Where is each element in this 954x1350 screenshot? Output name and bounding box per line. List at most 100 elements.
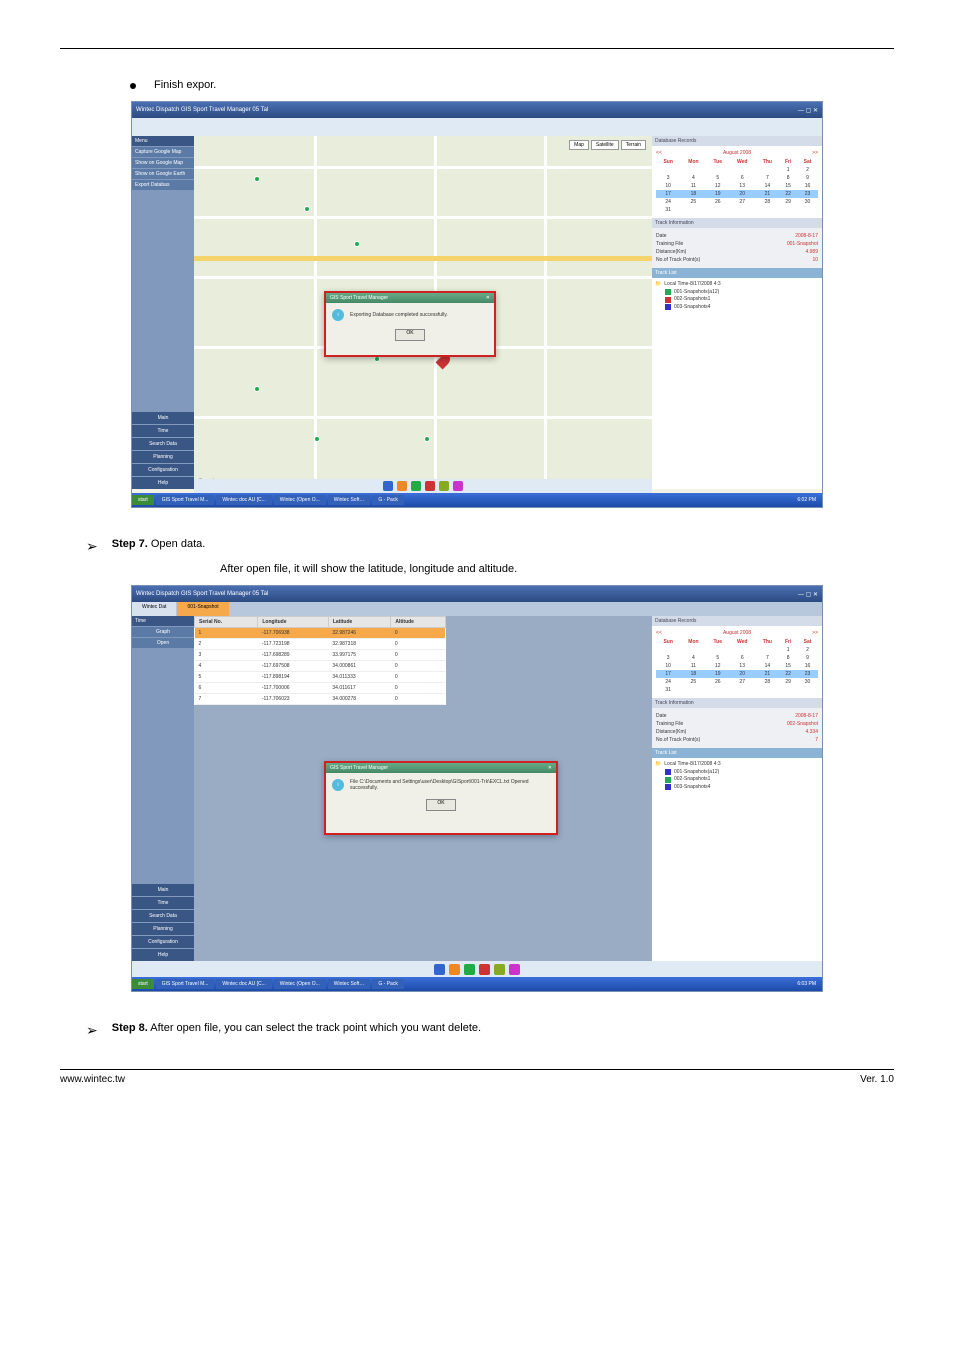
- windows-taskbar[interactable]: start GIS Sport Travel M...Wintec doc AU…: [132, 977, 822, 991]
- step-subtext: After open file, it will show the latitu…: [220, 563, 894, 575]
- taskbar-item[interactable]: Wintec doc AU [C...: [216, 979, 271, 989]
- cal-next[interactable]: >>: [812, 150, 818, 156]
- map-btn-terrain[interactable]: Terrain: [621, 140, 646, 150]
- nav-item[interactable]: Main: [132, 884, 194, 896]
- arrow-icon: ➢: [86, 1022, 98, 1039]
- left-nav: Time GraphOpen MainTimeSearch DataPlanni…: [132, 616, 194, 961]
- taskbar-item[interactable]: Wintec doc AU [C...: [216, 495, 271, 505]
- tab-snapshot[interactable]: 001-Snapshot: [177, 602, 228, 616]
- dialog-ok-button[interactable]: OK: [395, 329, 425, 341]
- dialog-message: File C:\Documents and Settings\user\Desk…: [350, 779, 550, 791]
- nav-item[interactable]: Time: [132, 425, 194, 437]
- nav-item[interactable]: Main: [132, 412, 194, 424]
- map-canvas[interactable]: Map Satellite Terrain GIS Sport Travel M…: [194, 136, 652, 489]
- window-titlebar: Wintec Dispatch GIS Sport Travel Manager…: [132, 586, 822, 602]
- start-button[interactable]: start: [132, 979, 154, 989]
- tracklist-item[interactable]: 001-Snapshots(a12): [665, 769, 819, 777]
- info-icon: i: [332, 309, 344, 321]
- map-type-buttons[interactable]: Map Satellite Terrain: [569, 140, 646, 150]
- tracklist-header: Track List: [652, 748, 822, 758]
- screenshot-open-data: Wintec Dispatch GIS Sport Travel Manager…: [131, 585, 823, 992]
- dialog-close-icon[interactable]: ✕: [486, 295, 490, 301]
- step-label: Step 8.: [112, 1022, 148, 1034]
- dialog-title: GIS Sport Travel Manager: [330, 765, 388, 771]
- taskbar-item[interactable]: Wintec Soft…: [328, 495, 371, 505]
- dialog-close-icon[interactable]: ✕: [548, 765, 552, 771]
- table-row[interactable]: 2-117.72319832.9873180: [195, 639, 446, 650]
- nav-item[interactable]: Time: [132, 897, 194, 909]
- taskbar-item[interactable]: GIS Sport Travel M...: [156, 495, 215, 505]
- nav-item[interactable]: Configuration: [132, 464, 194, 476]
- window-controls[interactable]: — ▢ ✕: [798, 107, 818, 114]
- track-info-header: Track Information: [652, 218, 822, 228]
- table-row[interactable]: 3-117.69828933.9971750: [195, 650, 446, 661]
- taskbar-item[interactable]: Wintec (Open O...: [274, 979, 326, 989]
- calendar[interactable]: << August 2008 >> SunMonTueWedThuFriSat1…: [652, 626, 822, 698]
- table-row[interactable]: 4-117.69750834.0008610: [195, 661, 446, 672]
- start-button[interactable]: start: [132, 495, 154, 505]
- tracklist-item[interactable]: 003-Snapshots4: [665, 304, 819, 312]
- nav-item[interactable]: Planning: [132, 451, 194, 463]
- app-bottom-toolbar[interactable]: [132, 961, 822, 977]
- track-list[interactable]: 📁 Local Time-8/17/2008 4:3 001-Snapshots…: [652, 758, 822, 961]
- export-complete-dialog: GIS Sport Travel Manager ✕ i Exporting D…: [324, 291, 496, 357]
- table-row[interactable]: 1-117.70693832.9872460: [195, 628, 446, 639]
- dialog-ok-button[interactable]: OK: [426, 799, 456, 811]
- app-bottom-toolbar[interactable]: [194, 479, 652, 493]
- data-area: Serial No.LongitudeLatitudeAltitude1-117…: [194, 616, 652, 961]
- tracklist-item[interactable]: 002-Snapshots1: [665, 296, 819, 304]
- bullet-icon: [130, 83, 136, 89]
- info-icon: i: [332, 779, 344, 791]
- nav-item[interactable]: Planning: [132, 923, 194, 935]
- step-text: Open data.: [151, 538, 205, 550]
- tracklist-item[interactable]: 003-Snapshots4: [665, 784, 819, 792]
- nav-item[interactable]: Show on Google Earth: [132, 169, 194, 179]
- right-panel: Database Records << August 2008 >> SunMo…: [652, 616, 822, 961]
- table-row[interactable]: 6-117.70000634.0116170: [195, 683, 446, 694]
- nav-item[interactable]: Capture Google Map: [132, 147, 194, 157]
- tracklist-header: Track List: [652, 268, 822, 278]
- system-tray: 6:02 PM: [791, 495, 822, 505]
- tracklist-item[interactable]: 001-Snapshots(a12): [665, 289, 819, 297]
- taskbar-item[interactable]: Wintec (Open O...: [274, 495, 326, 505]
- leftnav-header: Menu: [132, 136, 194, 146]
- nav-item[interactable]: Help: [132, 477, 194, 489]
- window-title: Wintec Dispatch GIS Sport Travel Manager…: [136, 591, 268, 597]
- tracklist-item[interactable]: 002-Snapshots1: [665, 776, 819, 784]
- taskbar-item[interactable]: GIS Sport Travel M...: [156, 979, 215, 989]
- tab-row[interactable]: Wintec Dat 001-Snapshot: [132, 602, 822, 616]
- nav-item[interactable]: Help: [132, 949, 194, 961]
- cal-next[interactable]: >>: [812, 630, 818, 636]
- cal-prev[interactable]: <<: [656, 630, 662, 636]
- nav-item[interactable]: Graph: [132, 627, 194, 637]
- table-row[interactable]: 5-117.89819434.0113330: [195, 672, 446, 683]
- cal-prev[interactable]: <<: [656, 150, 662, 156]
- step-label: Step 7.: [112, 538, 148, 550]
- app-toolbar: [132, 118, 822, 137]
- windows-taskbar[interactable]: start GIS Sport Travel M...Wintec doc AU…: [132, 493, 822, 507]
- window-controls[interactable]: — ▢ ✕: [798, 591, 818, 598]
- map-btn-map[interactable]: Map: [569, 140, 589, 150]
- map-btn-sat[interactable]: Satellite: [591, 140, 619, 150]
- table-row[interactable]: 7-117.70602334.0002780: [195, 694, 446, 705]
- taskbar-item[interactable]: G - Pack: [372, 979, 403, 989]
- nav-item[interactable]: Open: [132, 638, 194, 648]
- taskbar-item[interactable]: Wintec Soft…: [328, 979, 371, 989]
- system-tray: 6:03 PM: [791, 979, 822, 989]
- footer-left: www.wintec.tw: [60, 1074, 125, 1085]
- nav-item[interactable]: Export Databas: [132, 180, 194, 190]
- data-table[interactable]: Serial No.LongitudeLatitudeAltitude1-117…: [194, 616, 446, 705]
- nav-item[interactable]: Configuration: [132, 936, 194, 948]
- tab-wintec[interactable]: Wintec Dat: [132, 602, 176, 616]
- track-list[interactable]: 📁 Local Time-8/17/2008 4:3 001-Snapshots…: [652, 278, 822, 489]
- bullet-text: Finish expor.: [154, 79, 216, 91]
- track-info-header: Track Information: [652, 698, 822, 708]
- file-opened-dialog: GIS Sport Travel Manager ✕ i File C:\Doc…: [324, 761, 558, 835]
- right-panel: Database Records << August 2008 >> SunMo…: [652, 136, 822, 489]
- calendar[interactable]: << August 2008 >> SunMonTueWedThuFriSat1…: [652, 146, 822, 218]
- nav-item[interactable]: Search Data: [132, 910, 194, 922]
- nav-item[interactable]: Search Data: [132, 438, 194, 450]
- records-header: Database Records: [652, 136, 822, 146]
- nav-item[interactable]: Show on Google Map: [132, 158, 194, 168]
- taskbar-item[interactable]: G - Pack: [372, 495, 403, 505]
